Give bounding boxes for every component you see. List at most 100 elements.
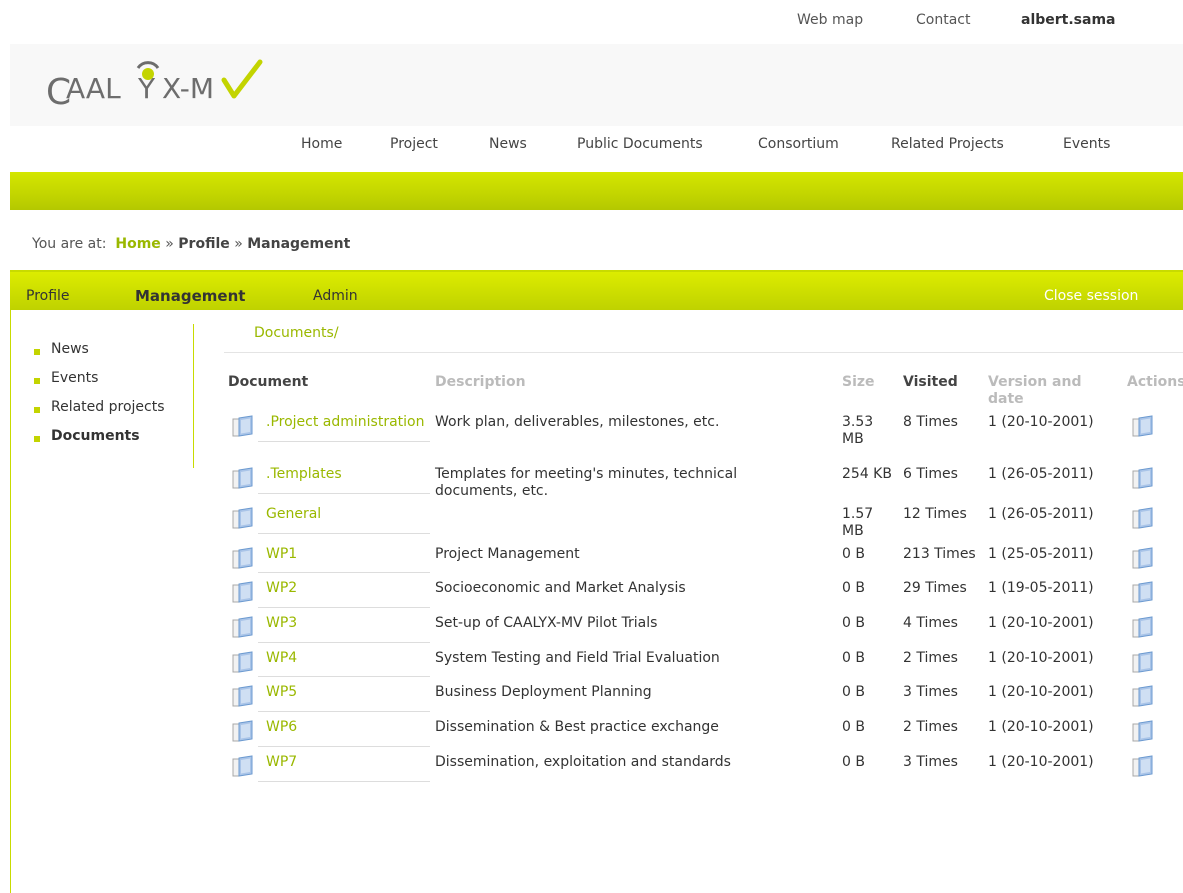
folder-action-icon-graphic <box>1132 467 1153 489</box>
breadcrumb: You are at: Home » Profile » Management <box>32 236 350 252</box>
folder-icon[interactable] <box>230 580 256 604</box>
document-name-link[interactable]: .Templates <box>266 466 426 483</box>
breadcrumb-management: Management <box>247 236 351 252</box>
folder-icon[interactable] <box>230 719 256 743</box>
row-divider <box>258 781 430 782</box>
side-item-news[interactable]: News <box>34 341 194 370</box>
document-name-link[interactable]: WP3 <box>266 615 426 632</box>
nav-public-documents[interactable]: Public Documents <box>577 136 703 152</box>
folder-icon-graphic <box>232 685 253 707</box>
row-divider <box>258 642 430 643</box>
document-name-link[interactable]: WP4 <box>266 650 426 667</box>
document-visited: 2 Times <box>903 650 958 666</box>
header-size[interactable]: Size <box>842 374 875 391</box>
document-visited: 8 Times <box>903 414 958 430</box>
header-description[interactable]: Description <box>435 374 526 391</box>
document-name-link[interactable]: WP7 <box>266 754 426 771</box>
folder-icon[interactable] <box>230 650 256 674</box>
row-divider <box>258 441 430 442</box>
nav-project[interactable]: Project <box>390 136 438 152</box>
folder-icon-graphic <box>232 755 253 777</box>
folder-action-icon[interactable] <box>1130 719 1156 743</box>
folder-icon[interactable] <box>230 546 256 570</box>
row-divider <box>258 607 430 608</box>
folder-action-icon[interactable] <box>1130 414 1156 438</box>
folder-action-icon[interactable] <box>1130 684 1156 708</box>
folder-icon[interactable] <box>230 684 256 708</box>
tab-admin[interactable]: Admin <box>313 288 358 304</box>
document-name-link[interactable]: WP5 <box>266 684 426 701</box>
folder-icon-graphic <box>232 547 253 569</box>
close-session-link[interactable]: Close session <box>1044 288 1138 304</box>
document-description: Dissemination, exploitation and standard… <box>435 754 731 770</box>
folder-action-icon[interactable] <box>1130 580 1156 604</box>
folder-icon-graphic <box>232 581 253 603</box>
document-name-link[interactable]: WP1 <box>266 546 426 563</box>
document-version: 1 (20-10-2001) <box>988 684 1094 700</box>
header-version[interactable]: Version and date <box>988 374 1098 408</box>
header-actions: Actions <box>1127 374 1183 390</box>
folder-action-icon[interactable] <box>1130 466 1156 490</box>
document-size: 1.57 MB <box>842 506 874 539</box>
document-name-link[interactable]: WP6 <box>266 719 426 736</box>
user-name-link[interactable]: albert.sama <box>1021 12 1116 28</box>
nav-events[interactable]: Events <box>1063 136 1110 152</box>
document-size: 0 B <box>842 684 865 700</box>
logo-text-left: AAL <box>66 72 121 105</box>
tab-profile[interactable]: Profile <box>26 288 70 304</box>
document-visited: 29 Times <box>903 580 967 596</box>
folder-icon[interactable] <box>230 414 256 438</box>
document-version: 1 (25-05-2011) <box>988 546 1094 562</box>
breadcrumb-home[interactable]: Home <box>115 236 160 252</box>
document-name-link[interactable]: General <box>266 506 426 523</box>
document-description: Templates for meeting's minutes, technic… <box>435 466 738 499</box>
contact-link[interactable]: Contact <box>916 12 970 28</box>
document-visited: 3 Times <box>903 684 958 700</box>
document-name-link[interactable]: WP2 <box>266 580 426 597</box>
row-divider <box>258 746 430 747</box>
side-item-label: News <box>51 341 89 357</box>
bullet-icon <box>34 378 40 384</box>
folder-action-icon[interactable] <box>1130 650 1156 674</box>
folder-action-icon[interactable] <box>1130 754 1156 778</box>
header-visited[interactable]: Visited <box>903 374 958 391</box>
side-item-events[interactable]: Events <box>34 370 194 399</box>
folder-action-icon[interactable] <box>1130 506 1156 530</box>
tab-management[interactable]: Management <box>135 287 245 305</box>
document-description: Work plan, deliverables, milestones, etc… <box>435 414 720 430</box>
folder-icon-graphic <box>232 651 253 673</box>
side-item-related-projects[interactable]: Related projects <box>34 399 194 428</box>
document-size: 0 B <box>842 580 865 596</box>
sub-tabs: Profile Management Admin Close session <box>10 270 1183 310</box>
folder-icon[interactable] <box>230 615 256 639</box>
document-description: Dissemination & Best practice exchange <box>435 719 719 735</box>
folder-action-icon-graphic <box>1132 547 1153 569</box>
document-size: 0 B <box>842 719 865 735</box>
web-map-link[interactable]: Web map <box>797 12 863 28</box>
site-logo[interactable]: C AAL Y X-M <box>46 52 266 112</box>
folder-action-icon-graphic <box>1132 755 1153 777</box>
side-item-documents[interactable]: Documents <box>34 428 194 457</box>
folder-action-icon[interactable] <box>1130 615 1156 639</box>
document-name-link[interactable]: .Project administration <box>266 414 426 431</box>
folder-path[interactable]: Documents/ <box>254 325 339 341</box>
folder-action-icon[interactable] <box>1130 546 1156 570</box>
nav-home[interactable]: Home <box>301 136 342 152</box>
nav-related-projects[interactable]: Related Projects <box>891 136 1004 152</box>
header-document[interactable]: Document <box>228 374 308 391</box>
side-item-label: Related projects <box>51 399 165 415</box>
side-separator <box>193 324 194 468</box>
nav-consortium[interactable]: Consortium <box>758 136 839 152</box>
folder-icon[interactable] <box>230 466 256 490</box>
document-visited: 6 Times <box>903 466 958 482</box>
folder-action-icon-graphic <box>1132 581 1153 603</box>
breadcrumb-profile[interactable]: Profile <box>178 236 229 252</box>
logo-check <box>221 59 263 99</box>
document-description: Business Deployment Planning <box>435 684 652 700</box>
document-visited: 213 Times <box>903 546 976 562</box>
folder-icon[interactable] <box>230 754 256 778</box>
document-visited: 2 Times <box>903 719 958 735</box>
document-version: 1 (26-05-2011) <box>988 466 1094 482</box>
folder-icon[interactable] <box>230 506 256 530</box>
nav-news[interactable]: News <box>489 136 527 152</box>
